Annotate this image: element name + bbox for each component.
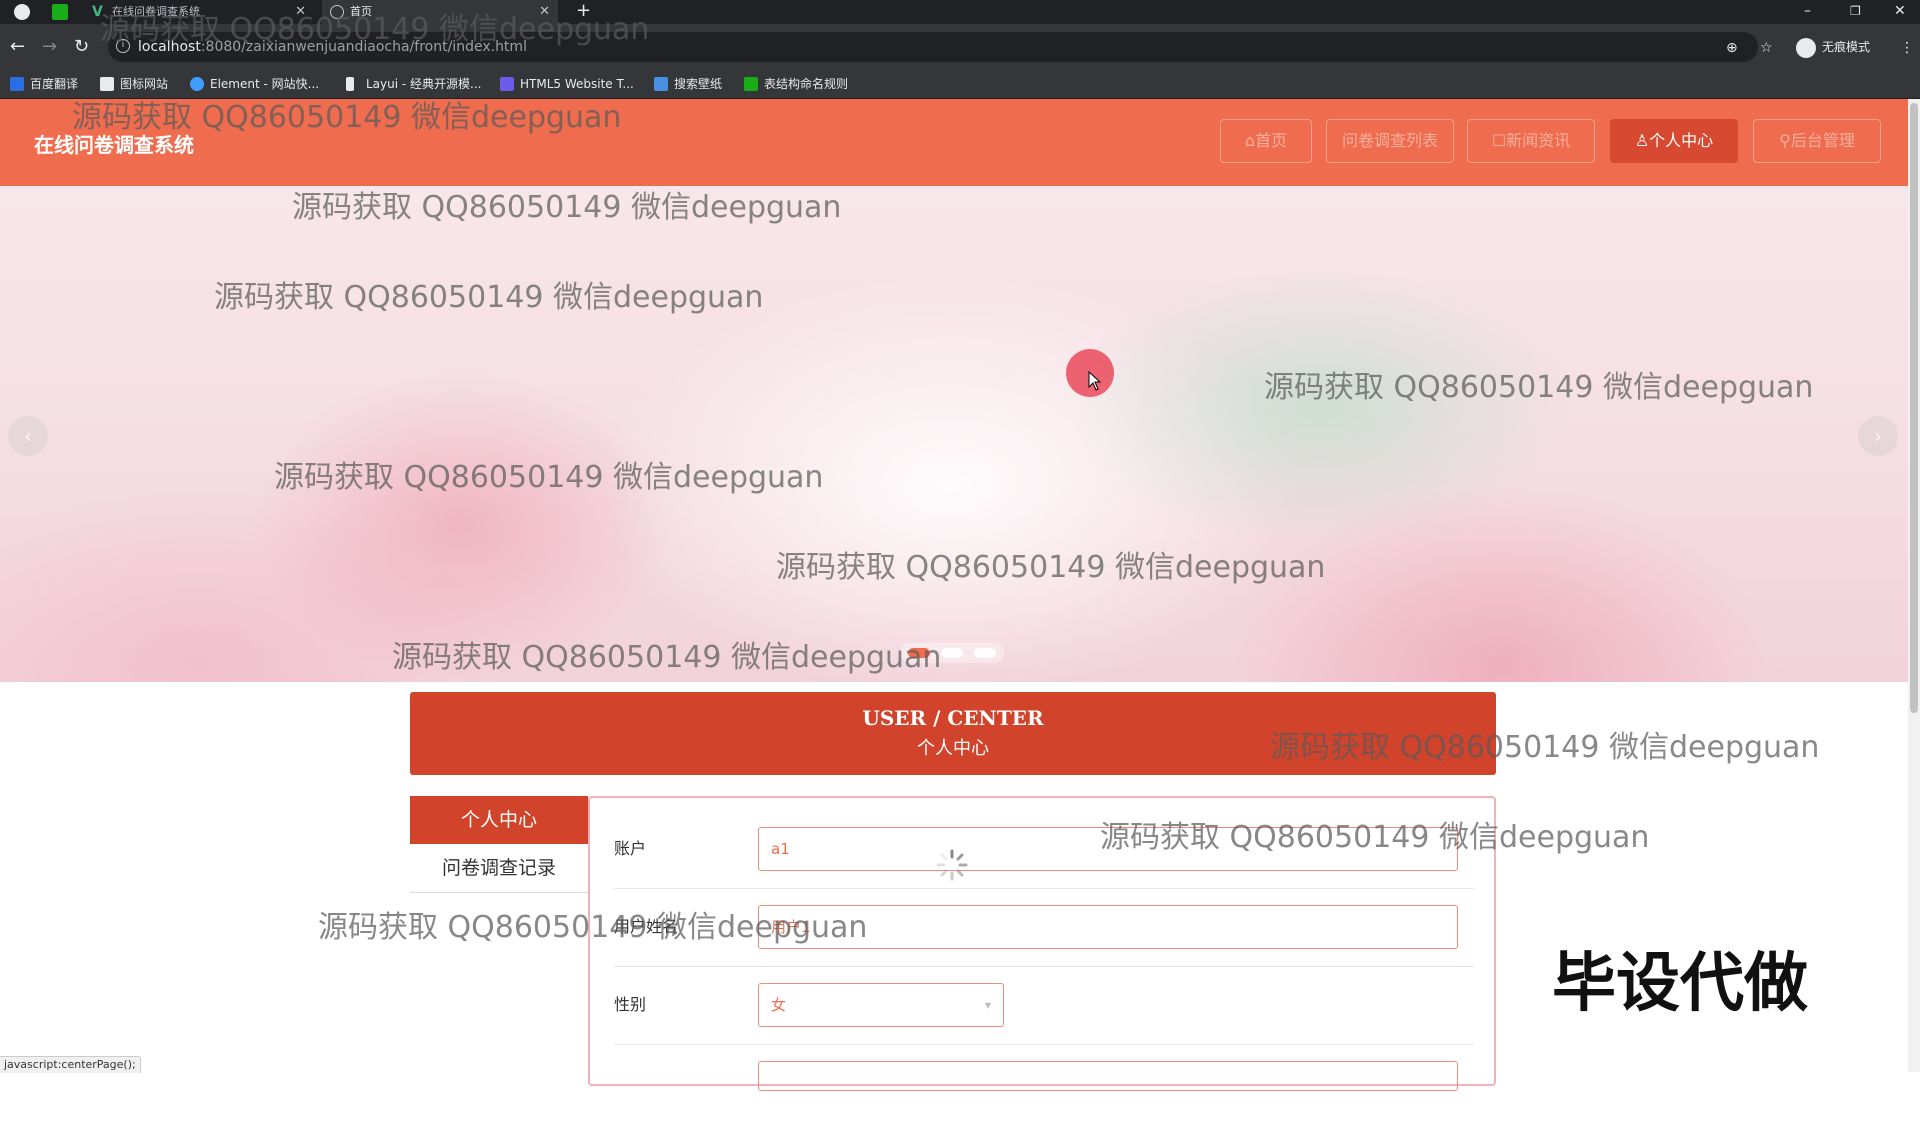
watermark-text: 源码获取 QQ86050149 微信deepguan — [274, 460, 824, 495]
wallpaper-icon — [654, 77, 668, 91]
watermark-text: 源码获取 QQ86050149 微信deepguan — [318, 910, 868, 945]
restore-button[interactable]: ❐ — [1850, 0, 1861, 22]
bookmark-star-icon[interactable]: ☆ — [1760, 40, 1773, 56]
user-center-menu: 个人中心 问卷调查记录 — [410, 796, 588, 893]
watermark-text: 源码获取 QQ86050149 微信deepguan — [1100, 820, 1650, 855]
nav-home[interactable]: ⌂首页 — [1220, 119, 1312, 163]
close-window-button[interactable]: ✕ — [1894, 0, 1906, 22]
nav-news[interactable]: ☐新闻资讯 — [1467, 119, 1595, 163]
watermark-text: 源码获取 QQ86050149 微信deepguan — [292, 190, 842, 225]
incognito-indicator[interactable]: 无痕模式 — [1796, 36, 1870, 58]
carousel-dot[interactable] — [974, 648, 996, 658]
loading-spinner-icon — [936, 849, 968, 881]
bookmark-item[interactable]: 搜索壁纸 — [654, 70, 722, 98]
bookmark-item[interactable]: 表结构命名规则 — [744, 70, 848, 98]
carousel-dot[interactable] — [941, 648, 963, 658]
incognito-icon — [1796, 37, 1816, 58]
minimize-button[interactable]: – — [1804, 0, 1811, 22]
nav-admin[interactable]: ⚲后台管理 — [1753, 119, 1881, 163]
bookmark-icon — [10, 77, 24, 91]
menu-item-survey-records[interactable]: 问卷调查记录 — [410, 844, 588, 893]
gender-value: 女 — [771, 996, 787, 1014]
bookmark-item[interactable]: 百度翻译 — [10, 70, 78, 98]
forward-arrow-icon[interactable]: → — [42, 35, 57, 59]
carousel-next-button[interactable]: › — [1858, 416, 1898, 456]
sheet-icon — [744, 77, 758, 91]
gender-label: 性别 — [614, 995, 647, 1014]
promo-overlay-text: 毕设代做 — [1552, 947, 1808, 1021]
nav-user-center[interactable]: ♙个人中心 — [1610, 119, 1738, 163]
menu-item-user-center[interactable]: 个人中心 — [410, 796, 588, 844]
scrollbar-thumb[interactable] — [1910, 103, 1918, 713]
mouse-cursor-icon — [1088, 371, 1102, 391]
page-scrollbar[interactable] — [1908, 99, 1920, 1072]
watermark-text: 源码获取 QQ86050149 微信deepguan — [214, 280, 764, 315]
next-input[interactable] — [758, 1061, 1458, 1091]
watermark-text: 源码获取 QQ86050149 微信deepguan — [1264, 370, 1814, 405]
account-label: 账户 — [614, 839, 647, 858]
status-bar-link: javascript:centerPage(); — [0, 1056, 141, 1073]
element-icon — [190, 77, 204, 91]
form-row-gender: 性别 女 ▾ — [614, 966, 1474, 1045]
watermark-text: 源码获取 QQ86050149 微信deepguan — [100, 12, 650, 47]
flag-icon — [100, 77, 114, 91]
watermark-text: 源码获取 QQ86050149 微信deepguan — [776, 550, 1326, 585]
carousel-prev-button[interactable]: ‹ — [8, 416, 48, 456]
form-row-next — [614, 1044, 1474, 1122]
chevron-down-icon: ▾ — [984, 998, 991, 1012]
watermark-text: 源码获取 QQ86050149 微信deepguan — [392, 640, 942, 675]
reload-icon[interactable]: ↻ — [74, 35, 89, 59]
back-arrow-icon[interactable]: ← — [10, 35, 25, 59]
zoom-icon[interactable]: ⊕ — [1726, 40, 1738, 56]
html5-icon — [500, 77, 514, 91]
gender-select[interactable]: 女 ▾ — [758, 983, 1004, 1027]
chrome-menu-icon[interactable] — [14, 4, 30, 20]
banner-carousel: ‹ › — [0, 186, 1908, 682]
layui-icon — [346, 77, 354, 91]
watermark-text: 源码获取 QQ86050149 微信deepguan — [72, 100, 622, 135]
nav-survey-list[interactable]: 问卷调查列表 — [1326, 119, 1454, 163]
browser-menu-icon[interactable]: ⋮ — [1900, 40, 1914, 56]
watermark-text: 源码获取 QQ86050149 微信deepguan — [1270, 730, 1820, 765]
green-app-icon[interactable] — [52, 4, 68, 20]
